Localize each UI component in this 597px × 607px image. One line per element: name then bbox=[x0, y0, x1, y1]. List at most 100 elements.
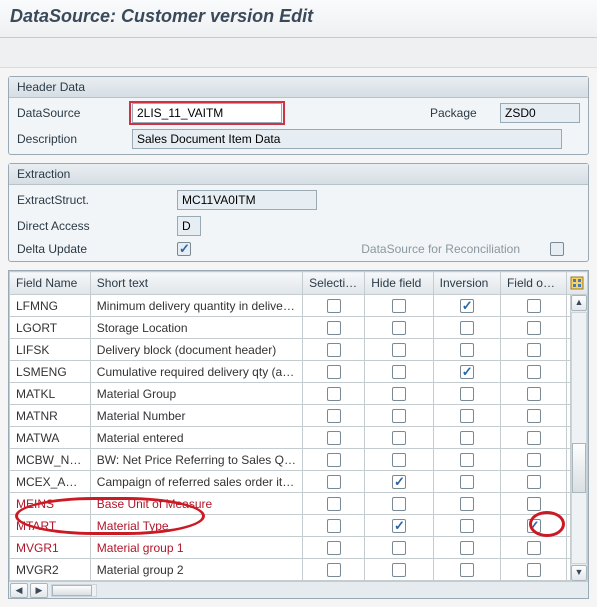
inversion-checkbox[interactable] bbox=[460, 299, 474, 313]
table-row[interactable]: LSMENGCumulative required delivery qty (… bbox=[10, 361, 588, 383]
selection-checkbox[interactable] bbox=[327, 497, 341, 511]
field-only-checkbox[interactable] bbox=[527, 387, 541, 401]
cell-short-text: Material Number bbox=[90, 405, 302, 427]
hscroll-right-button[interactable]: ▶ bbox=[30, 583, 48, 598]
vscroll-track[interactable] bbox=[571, 312, 587, 564]
col-inversion[interactable]: Inversion bbox=[433, 272, 500, 295]
hscroll-left-button[interactable]: ◀ bbox=[10, 583, 28, 598]
col-settings-button[interactable] bbox=[567, 272, 588, 295]
inversion-checkbox[interactable] bbox=[460, 475, 474, 489]
vscroll-thumb[interactable] bbox=[572, 443, 586, 493]
cell-field_only bbox=[500, 427, 566, 449]
table-row[interactable]: MVGR2Material group 2 bbox=[10, 559, 588, 581]
cell-selection bbox=[303, 383, 365, 405]
field-only-checkbox[interactable] bbox=[527, 343, 541, 357]
reconciliation-label: DataSource for Reconciliation bbox=[361, 242, 520, 256]
field-only-checkbox[interactable] bbox=[527, 519, 541, 533]
hide-checkbox[interactable] bbox=[392, 497, 406, 511]
table-row[interactable]: LGORTStorage Location bbox=[10, 317, 588, 339]
field-only-checkbox[interactable] bbox=[527, 365, 541, 379]
field-only-checkbox[interactable] bbox=[527, 475, 541, 489]
inversion-checkbox[interactable] bbox=[460, 321, 474, 335]
vscroll-up-button[interactable]: ▲ bbox=[571, 295, 587, 311]
cell-field-name: LIFSK bbox=[10, 339, 91, 361]
col-hide-field[interactable]: Hide field bbox=[365, 272, 433, 295]
selection-checkbox[interactable] bbox=[327, 343, 341, 357]
selection-checkbox[interactable] bbox=[327, 563, 341, 577]
table-row[interactable]: LFMNGMinimum delivery quantity in delive… bbox=[10, 295, 588, 317]
selection-checkbox[interactable] bbox=[327, 519, 341, 533]
cell-field-name: LGORT bbox=[10, 317, 91, 339]
field-only-checkbox[interactable] bbox=[527, 541, 541, 555]
hide-checkbox[interactable] bbox=[392, 387, 406, 401]
field-only-checkbox[interactable] bbox=[527, 409, 541, 423]
selection-checkbox[interactable] bbox=[327, 541, 341, 555]
field-only-checkbox[interactable] bbox=[527, 497, 541, 511]
cell-hide bbox=[365, 405, 433, 427]
hide-checkbox[interactable] bbox=[392, 563, 406, 577]
inversion-checkbox[interactable] bbox=[460, 409, 474, 423]
table-row[interactable]: MTARTMaterial Type bbox=[10, 515, 588, 537]
selection-checkbox[interactable] bbox=[327, 365, 341, 379]
table-row[interactable]: MCEX_APCA..Campaign of referred sales or… bbox=[10, 471, 588, 493]
field-only-checkbox[interactable] bbox=[527, 563, 541, 577]
hide-checkbox[interactable] bbox=[392, 299, 406, 313]
col-field-name[interactable]: Field Name bbox=[10, 272, 91, 295]
selection-checkbox[interactable] bbox=[327, 387, 341, 401]
selection-checkbox[interactable] bbox=[327, 431, 341, 445]
table-row[interactable]: LIFSKDelivery block (document header) bbox=[10, 339, 588, 361]
selection-checkbox[interactable] bbox=[327, 299, 341, 313]
hide-checkbox[interactable] bbox=[392, 343, 406, 357]
col-selection[interactable]: Selection bbox=[303, 272, 365, 295]
inversion-checkbox[interactable] bbox=[460, 343, 474, 357]
hide-checkbox[interactable] bbox=[392, 321, 406, 335]
inversion-checkbox[interactable] bbox=[460, 365, 474, 379]
hide-checkbox[interactable] bbox=[392, 519, 406, 533]
table-row[interactable]: MATNRMaterial Number bbox=[10, 405, 588, 427]
inversion-checkbox[interactable] bbox=[460, 563, 474, 577]
hide-checkbox[interactable] bbox=[392, 365, 406, 379]
cell-field-name: MATKL bbox=[10, 383, 91, 405]
hide-checkbox[interactable] bbox=[392, 431, 406, 445]
col-short-text[interactable]: Short text bbox=[90, 272, 302, 295]
inversion-checkbox[interactable] bbox=[460, 387, 474, 401]
description-label: Description bbox=[17, 132, 132, 146]
selection-checkbox[interactable] bbox=[327, 321, 341, 335]
cell-field_only bbox=[500, 471, 566, 493]
col-field-only[interactable]: Field only.. bbox=[500, 272, 566, 295]
hide-checkbox[interactable] bbox=[392, 409, 406, 423]
vscroll-down-button[interactable]: ▼ bbox=[571, 565, 587, 581]
selection-checkbox[interactable] bbox=[327, 409, 341, 423]
hscroll-thumb[interactable] bbox=[52, 585, 92, 596]
table-row[interactable]: MEINSBase Unit of Measure bbox=[10, 493, 588, 515]
table-row[interactable]: MATKLMaterial Group bbox=[10, 383, 588, 405]
inversion-checkbox[interactable] bbox=[460, 453, 474, 467]
description-input[interactable] bbox=[132, 129, 562, 149]
field-only-checkbox[interactable] bbox=[527, 453, 541, 467]
field-only-checkbox[interactable] bbox=[527, 299, 541, 313]
selection-checkbox[interactable] bbox=[327, 475, 341, 489]
inversion-checkbox[interactable] bbox=[460, 519, 474, 533]
selection-checkbox[interactable] bbox=[327, 453, 341, 467]
extractstruct-input[interactable] bbox=[177, 190, 317, 210]
cell-short-text: Minimum delivery quantity in delivery no… bbox=[90, 295, 302, 317]
table-row[interactable]: MCBW_NETP..BW: Net Price Referring to Sa… bbox=[10, 449, 588, 471]
directaccess-input[interactable] bbox=[177, 216, 201, 236]
field-only-checkbox[interactable] bbox=[527, 321, 541, 335]
cell-selection bbox=[303, 559, 365, 581]
hide-checkbox[interactable] bbox=[392, 541, 406, 555]
field-only-checkbox[interactable] bbox=[527, 431, 541, 445]
inversion-checkbox[interactable] bbox=[460, 431, 474, 445]
cell-field_only bbox=[500, 449, 566, 471]
inversion-checkbox[interactable] bbox=[460, 497, 474, 511]
table-row[interactable]: MVGR1Material group 1 bbox=[10, 537, 588, 559]
reconciliation-checkbox bbox=[550, 242, 564, 256]
datasource-input[interactable] bbox=[132, 103, 282, 123]
inversion-checkbox[interactable] bbox=[460, 541, 474, 555]
package-input[interactable] bbox=[500, 103, 580, 123]
hscroll-track[interactable] bbox=[51, 584, 97, 597]
hide-checkbox[interactable] bbox=[392, 475, 406, 489]
table-row[interactable]: MATWAMaterial entered bbox=[10, 427, 588, 449]
cell-inversion bbox=[433, 559, 500, 581]
hide-checkbox[interactable] bbox=[392, 453, 406, 467]
